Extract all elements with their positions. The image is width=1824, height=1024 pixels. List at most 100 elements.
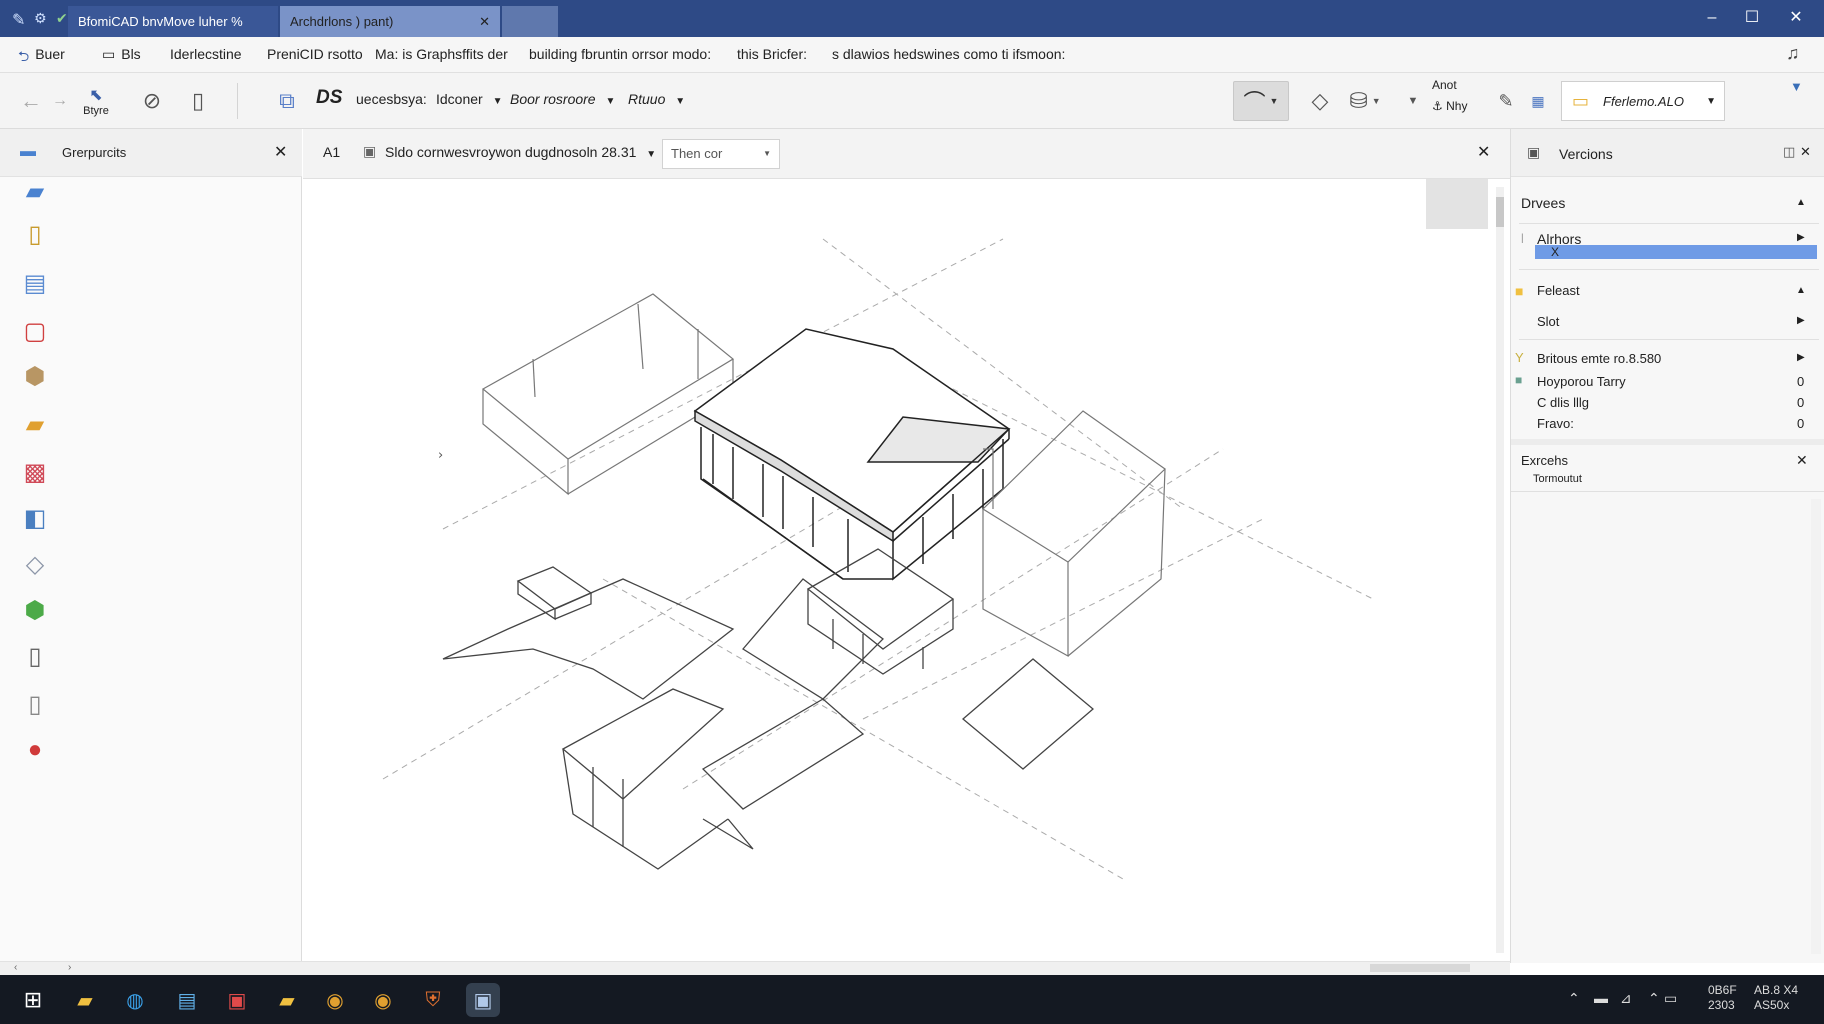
- dropdown-floor[interactable]: Boor rosroore ▼: [510, 91, 615, 107]
- blue-block-icon[interactable]: ▰: [18, 174, 52, 208]
- close-icon[interactable]: ✕: [1796, 452, 1808, 469]
- close-icon[interactable]: ✕: [1477, 142, 1490, 162]
- green-cube-icon[interactable]: ⬢: [18, 593, 52, 627]
- folder-app-icon[interactable]: ▰: [270, 983, 304, 1017]
- expand-icon[interactable]: ▶: [1797, 232, 1805, 243]
- layers-button[interactable]: ⧉: [270, 81, 304, 121]
- shield-app-icon[interactable]: ⛨: [416, 983, 450, 1017]
- tray-display-icon[interactable]: ▭: [1664, 990, 1677, 1007]
- view-dropdown-label: Then cor: [671, 146, 723, 161]
- profile-select[interactable]: ▭ Fferlemo.ALO ▼: [1561, 81, 1725, 121]
- close-icon[interactable]: ✕: [274, 142, 287, 162]
- stack-layers-icon[interactable]: ▰: [18, 407, 52, 441]
- stack-tool-button[interactable]: ⛁ ▼: [1344, 81, 1386, 121]
- picture-app-icon[interactable]: ▣: [220, 983, 254, 1017]
- browser-icon[interactable]: ◍: [118, 983, 152, 1017]
- menu-item-7[interactable]: s dlawios hedswines como ti ifsmoon:: [832, 46, 1065, 62]
- lower-structures: [442, 548, 1095, 870]
- box-icon[interactable]: ⬢: [18, 359, 52, 393]
- tray-chat-icon[interactable]: ▬: [1594, 990, 1608, 1006]
- more-dropdown[interactable]: ▼: [1402, 81, 1424, 121]
- report-icon[interactable]: ▢: [18, 314, 52, 348]
- annotation-sub[interactable]: ⚓ Nhy: [1432, 99, 1467, 113]
- undo-arrow-icon[interactable]: ←: [18, 81, 44, 121]
- expand-icon[interactable]: ▶: [1797, 315, 1805, 326]
- document-button[interactable]: ▯: [184, 81, 212, 121]
- menu-item-bls[interactable]: ▭ Bls: [102, 46, 141, 63]
- back-arrow-icon: ⮌: [18, 48, 30, 64]
- tab-main-document[interactable]: BfomiCAD bnvMove luher %: [68, 6, 278, 37]
- windows-start-icon[interactable]: ⊞: [16, 983, 50, 1017]
- tray-network-icon[interactable]: ⊿: [1620, 990, 1632, 1007]
- file-selector[interactable]: Sldo cornwesvroywon dugdnosoln 28.31 ▼: [385, 144, 656, 160]
- gear-icon[interactable]: ⚙: [34, 10, 47, 27]
- slab-icon[interactable]: ◇: [18, 547, 52, 581]
- horizontal-scrollbar[interactable]: ‹ ›: [0, 961, 1510, 975]
- scrollbar-thumb[interactable]: [1496, 197, 1504, 227]
- menu-item-5[interactable]: building fbruntin orrsor modo:: [529, 46, 711, 62]
- origin-marker: ›: [438, 448, 443, 463]
- text-style-label[interactable]: A1: [323, 144, 340, 160]
- tray-time[interactable]: 0B6F 2303: [1708, 983, 1737, 1013]
- grid-toggle-button[interactable]: ▦: [1526, 81, 1550, 121]
- scrollbar-thumb[interactable]: [1370, 964, 1470, 972]
- new-tab-button[interactable]: [502, 6, 558, 37]
- panel-scrollbar[interactable]: [1811, 499, 1821, 954]
- plane-tool-button[interactable]: ◇: [1303, 81, 1337, 121]
- collapse-icon[interactable]: ▲: [1796, 197, 1806, 208]
- minimize-button[interactable]: –: [1692, 4, 1732, 32]
- blank-page-icon[interactable]: ▯: [18, 687, 52, 721]
- annotation-label[interactable]: Anot: [1432, 78, 1457, 92]
- maximize-button[interactable]: ☐: [1732, 4, 1772, 32]
- tool-options-button[interactable]: ✎: [1492, 81, 1520, 121]
- close-icon[interactable]: ✕: [1800, 144, 1811, 160]
- menu-item-4[interactable]: Ma: is Graphsffits der: [375, 46, 508, 62]
- scroll-right-icon[interactable]: ›: [68, 962, 71, 973]
- selected-item[interactable]: X: [1535, 245, 1817, 259]
- chevron-down-icon: ▼: [1269, 96, 1279, 106]
- monitor-app-icon[interactable]: ▤: [170, 983, 204, 1017]
- close-icon[interactable]: ✕: [479, 14, 490, 30]
- location-pin-icon[interactable]: ●: [18, 733, 52, 767]
- door-icon[interactable]: ◧: [18, 501, 52, 535]
- pencil-circle-icon: ⊘: [142, 88, 162, 113]
- sketch-tool-button[interactable]: ⊘: [136, 81, 168, 121]
- dropdown-corner[interactable]: Idconer ▼: [436, 91, 503, 107]
- tray-date[interactable]: AB.8 X4 AS50x: [1754, 983, 1798, 1013]
- cad-app-icon[interactable]: ▣: [466, 983, 500, 1017]
- dropdown-return[interactable]: Rtuuo ▼: [628, 91, 685, 107]
- dropdown-preset[interactable]: uecesbsya:: [356, 91, 427, 107]
- tab-architecture[interactable]: Archdrlons ) pant) ✕: [280, 6, 500, 37]
- scroll-left-icon[interactable]: ‹: [14, 962, 17, 973]
- select-tool-label: Btyre: [83, 105, 109, 117]
- sheet-icon[interactable]: ▤: [18, 266, 52, 300]
- stair-icon[interactable]: ▩: [18, 455, 52, 489]
- model-canvas[interactable]: ›: [303, 179, 1510, 961]
- redo-arrow-icon[interactable]: →: [50, 81, 70, 121]
- music-icon[interactable]: ♫: [1786, 43, 1800, 64]
- pin-icon[interactable]: ▼: [1790, 79, 1803, 94]
- notepad-icon[interactable]: ▯: [18, 217, 52, 251]
- back-menu-button[interactable]: ⮌ Buer: [18, 46, 65, 70]
- draw-tool-button[interactable]: ⌒ ▼: [1233, 81, 1289, 121]
- chrome-alt-icon[interactable]: ◉: [366, 983, 400, 1017]
- menu-item-6[interactable]: this Bricfer:: [737, 46, 807, 62]
- search-doc-icon[interactable]: ▯: [18, 639, 52, 673]
- toolbar-divider: [237, 83, 238, 119]
- select-tool-button[interactable]: ⬉ Btyre: [76, 81, 116, 121]
- close-window-button[interactable]: ✕: [1776, 4, 1816, 32]
- view-dropdown[interactable]: Then cor ▼: [662, 139, 780, 169]
- expand-icon[interactable]: ▶: [1797, 352, 1805, 363]
- file-explorer-icon[interactable]: ▰: [68, 983, 102, 1017]
- stack-icon: ⛁: [1349, 88, 1368, 113]
- menu-item-3[interactable]: PreniCID rsotto: [267, 46, 363, 62]
- tray-chevron-icon[interactable]: ⌃: [1568, 990, 1580, 1007]
- tray-up-icon[interactable]: ⌃: [1648, 990, 1660, 1007]
- menu-item-2[interactable]: Iderlecstine: [170, 46, 242, 62]
- vertical-scrollbar[interactable]: [1496, 187, 1504, 953]
- panel-icon: ▬: [20, 143, 36, 160]
- scroll-indicator[interactable]: [1426, 179, 1488, 229]
- collapse-icon[interactable]: ▲: [1796, 285, 1806, 296]
- dock-icon[interactable]: ◫: [1783, 144, 1795, 160]
- chrome-icon[interactable]: ◉: [318, 983, 352, 1017]
